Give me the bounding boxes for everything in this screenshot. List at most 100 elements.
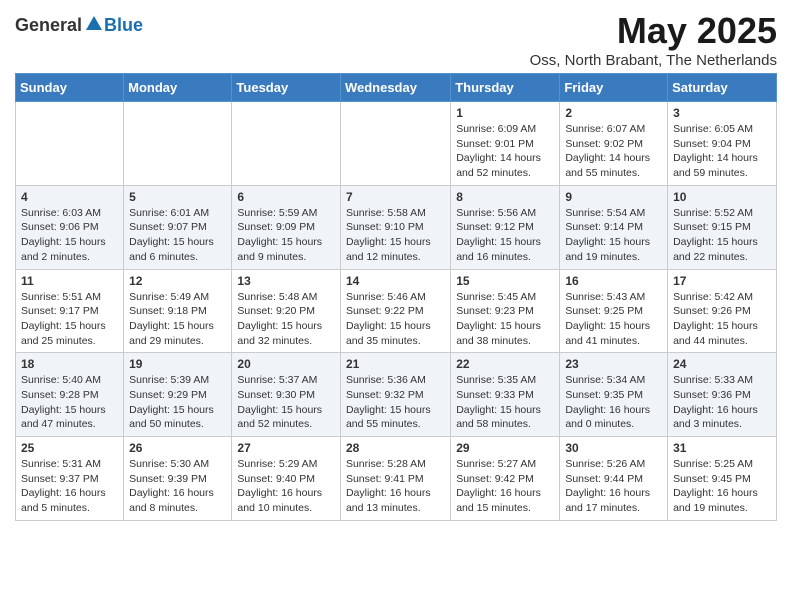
calendar-week-1: 1 Sunrise: 6:09 AM Sunset: 9:01 PM Daylig… <box>16 102 777 186</box>
day-info: Sunrise: 5:42 AM Sunset: 9:26 PM Dayligh… <box>673 290 771 349</box>
day-info: Sunrise: 5:39 AM Sunset: 9:29 PM Dayligh… <box>129 373 226 432</box>
day-number: 7 <box>346 190 445 204</box>
day-info: Sunrise: 5:25 AM Sunset: 9:45 PM Dayligh… <box>673 457 771 516</box>
day-number: 10 <box>673 190 771 204</box>
calendar-header-wednesday: Wednesday <box>340 74 450 102</box>
calendar-table: SundayMondayTuesdayWednesdayThursdayFrid… <box>15 73 777 521</box>
logo-general: General <box>15 15 82 36</box>
calendar-cell: 22Sunrise: 5:35 AM Sunset: 9:33 PM Dayli… <box>451 353 560 437</box>
day-info: Sunrise: 5:46 AM Sunset: 9:22 PM Dayligh… <box>346 290 445 349</box>
day-number: 4 <box>21 190 118 204</box>
logo: General Blue <box>15 15 143 36</box>
day-info: Sunrise: 5:27 AM Sunset: 9:42 PM Dayligh… <box>456 457 554 516</box>
calendar-cell: 16Sunrise: 5:43 AM Sunset: 9:25 PM Dayli… <box>560 269 668 353</box>
day-number: 31 <box>673 441 771 455</box>
day-info: Sunrise: 5:35 AM Sunset: 9:33 PM Dayligh… <box>456 373 554 432</box>
day-number: 17 <box>673 274 771 288</box>
day-number: 30 <box>565 441 662 455</box>
calendar-cell: 11 Sunrise: 5:51 AM Sunset: 9:17 PM Dayli… <box>16 269 124 353</box>
calendar-cell: 8 Sunrise: 5:56 AM Sunset: 9:12 PM Daylig… <box>451 185 560 269</box>
calendar-cell: 20Sunrise: 5:37 AM Sunset: 9:30 PM Dayli… <box>232 353 341 437</box>
day-number: 25 <box>21 441 118 455</box>
day-number: 29 <box>456 441 554 455</box>
calendar-cell: 29 Sunrise: 5:27 AM Sunset: 9:42 PM Dayli… <box>451 437 560 521</box>
calendar-cell: 4 Sunrise: 6:03 AM Sunset: 9:06 PM Daylig… <box>16 185 124 269</box>
calendar-week-4: 18 Sunrise: 5:40 AM Sunset: 9:28 PM Dayli… <box>16 353 777 437</box>
calendar-header-sunday: Sunday <box>16 74 124 102</box>
calendar-header-monday: Monday <box>124 74 232 102</box>
day-info: Sunrise: 5:54 AM Sunset: 9:14 PM Dayligh… <box>565 206 662 265</box>
logo-icon <box>84 14 104 34</box>
day-info: Sunrise: 5:28 AM Sunset: 9:41 PM Dayligh… <box>346 457 445 516</box>
day-info: Sunrise: 5:36 AM Sunset: 9:32 PM Dayligh… <box>346 373 445 432</box>
calendar-cell: 1 Sunrise: 6:09 AM Sunset: 9:01 PM Daylig… <box>451 102 560 186</box>
day-number: 23 <box>565 357 662 371</box>
day-info: Sunrise: 5:26 AM Sunset: 9:44 PM Dayligh… <box>565 457 662 516</box>
calendar-cell: 30 Sunrise: 5:26 AM Sunset: 9:44 PM Dayli… <box>560 437 668 521</box>
calendar-cell: 31 Sunrise: 5:25 AM Sunset: 9:45 PM Dayli… <box>668 437 777 521</box>
day-info: Sunrise: 6:05 AM Sunset: 9:04 PM Dayligh… <box>673 122 771 181</box>
day-number: 19 <box>129 357 226 371</box>
day-number: 18 <box>21 357 118 371</box>
calendar-week-2: 4 Sunrise: 6:03 AM Sunset: 9:06 PM Daylig… <box>16 185 777 269</box>
calendar-cell: 18 Sunrise: 5:40 AM Sunset: 9:28 PM Dayli… <box>16 353 124 437</box>
calendar-cell <box>340 102 450 186</box>
day-info: Sunrise: 5:58 AM Sunset: 9:10 PM Dayligh… <box>346 206 445 265</box>
day-info: Sunrise: 5:52 AM Sunset: 9:15 PM Dayligh… <box>673 206 771 265</box>
day-info: Sunrise: 5:30 AM Sunset: 9:39 PM Dayligh… <box>129 457 226 516</box>
calendar-cell: 9 Sunrise: 5:54 AM Sunset: 9:14 PM Daylig… <box>560 185 668 269</box>
day-number: 1 <box>456 106 554 120</box>
day-number: 28 <box>346 441 445 455</box>
calendar-cell: 21 Sunrise: 5:36 AM Sunset: 9:32 PM Dayli… <box>340 353 450 437</box>
calendar-cell: 10 Sunrise: 5:52 AM Sunset: 9:15 PM Dayli… <box>668 185 777 269</box>
day-info: Sunrise: 5:59 AM Sunset: 9:09 PM Dayligh… <box>237 206 335 265</box>
calendar-header-row: SundayMondayTuesdayWednesdayThursdayFrid… <box>16 74 777 102</box>
day-number: 11 <box>21 274 118 288</box>
day-info: Sunrise: 5:31 AM Sunset: 9:37 PM Dayligh… <box>21 457 118 516</box>
day-info: Sunrise: 5:37 AM Sunset: 9:30 PM Dayligh… <box>237 373 335 432</box>
day-number: 27 <box>237 441 335 455</box>
month-title: May 2025 <box>530 10 777 52</box>
calendar-cell: 26 Sunrise: 5:30 AM Sunset: 9:39 PM Dayli… <box>124 437 232 521</box>
day-info: Sunrise: 5:56 AM Sunset: 9:12 PM Dayligh… <box>456 206 554 265</box>
day-number: 9 <box>565 190 662 204</box>
day-number: 15 <box>456 274 554 288</box>
calendar-week-5: 25 Sunrise: 5:31 AM Sunset: 9:37 PM Dayli… <box>16 437 777 521</box>
day-number: 12 <box>129 274 226 288</box>
day-number: 21 <box>346 357 445 371</box>
day-info: Sunrise: 5:40 AM Sunset: 9:28 PM Dayligh… <box>21 373 118 432</box>
day-number: 2 <box>565 106 662 120</box>
calendar-week-3: 11 Sunrise: 5:51 AM Sunset: 9:17 PM Dayli… <box>16 269 777 353</box>
calendar-cell: 7 Sunrise: 5:58 AM Sunset: 9:10 PM Daylig… <box>340 185 450 269</box>
calendar-cell: 6 Sunrise: 5:59 AM Sunset: 9:09 PM Daylig… <box>232 185 341 269</box>
day-info: Sunrise: 5:48 AM Sunset: 9:20 PM Dayligh… <box>237 290 335 349</box>
calendar-cell: 19 Sunrise: 5:39 AM Sunset: 9:29 PM Dayli… <box>124 353 232 437</box>
calendar-cell: 14Sunrise: 5:46 AM Sunset: 9:22 PM Dayli… <box>340 269 450 353</box>
calendar-cell: 13 Sunrise: 5:48 AM Sunset: 9:20 PM Dayli… <box>232 269 341 353</box>
calendar-header-tuesday: Tuesday <box>232 74 341 102</box>
location: Oss, North Brabant, The Netherlands <box>530 52 777 69</box>
day-info: Sunrise: 5:43 AM Sunset: 9:25 PM Dayligh… <box>565 290 662 349</box>
page-header: General Blue May 2025 Oss, North Brabant… <box>15 10 777 69</box>
day-info: Sunrise: 5:34 AM Sunset: 9:35 PM Dayligh… <box>565 373 662 432</box>
calendar-cell: 5 Sunrise: 6:01 AM Sunset: 9:07 PM Daylig… <box>124 185 232 269</box>
calendar-cell: 2Sunrise: 6:07 AM Sunset: 9:02 PM Daylig… <box>560 102 668 186</box>
day-number: 6 <box>237 190 335 204</box>
day-number: 13 <box>237 274 335 288</box>
title-block: May 2025 Oss, North Brabant, The Netherl… <box>530 10 777 69</box>
calendar-cell: 28 Sunrise: 5:28 AM Sunset: 9:41 PM Dayli… <box>340 437 450 521</box>
day-info: Sunrise: 5:51 AM Sunset: 9:17 PM Dayligh… <box>21 290 118 349</box>
calendar-cell <box>232 102 341 186</box>
day-info: Sunrise: 5:29 AM Sunset: 9:40 PM Dayligh… <box>237 457 335 516</box>
day-number: 8 <box>456 190 554 204</box>
calendar-cell <box>16 102 124 186</box>
day-number: 24 <box>673 357 771 371</box>
calendar-header-friday: Friday <box>560 74 668 102</box>
calendar-cell <box>124 102 232 186</box>
calendar-header-thursday: Thursday <box>451 74 560 102</box>
day-number: 26 <box>129 441 226 455</box>
day-info: Sunrise: 6:09 AM Sunset: 9:01 PM Dayligh… <box>456 122 554 181</box>
day-info: Sunrise: 6:01 AM Sunset: 9:07 PM Dayligh… <box>129 206 226 265</box>
day-number: 5 <box>129 190 226 204</box>
day-info: Sunrise: 6:03 AM Sunset: 9:06 PM Dayligh… <box>21 206 118 265</box>
